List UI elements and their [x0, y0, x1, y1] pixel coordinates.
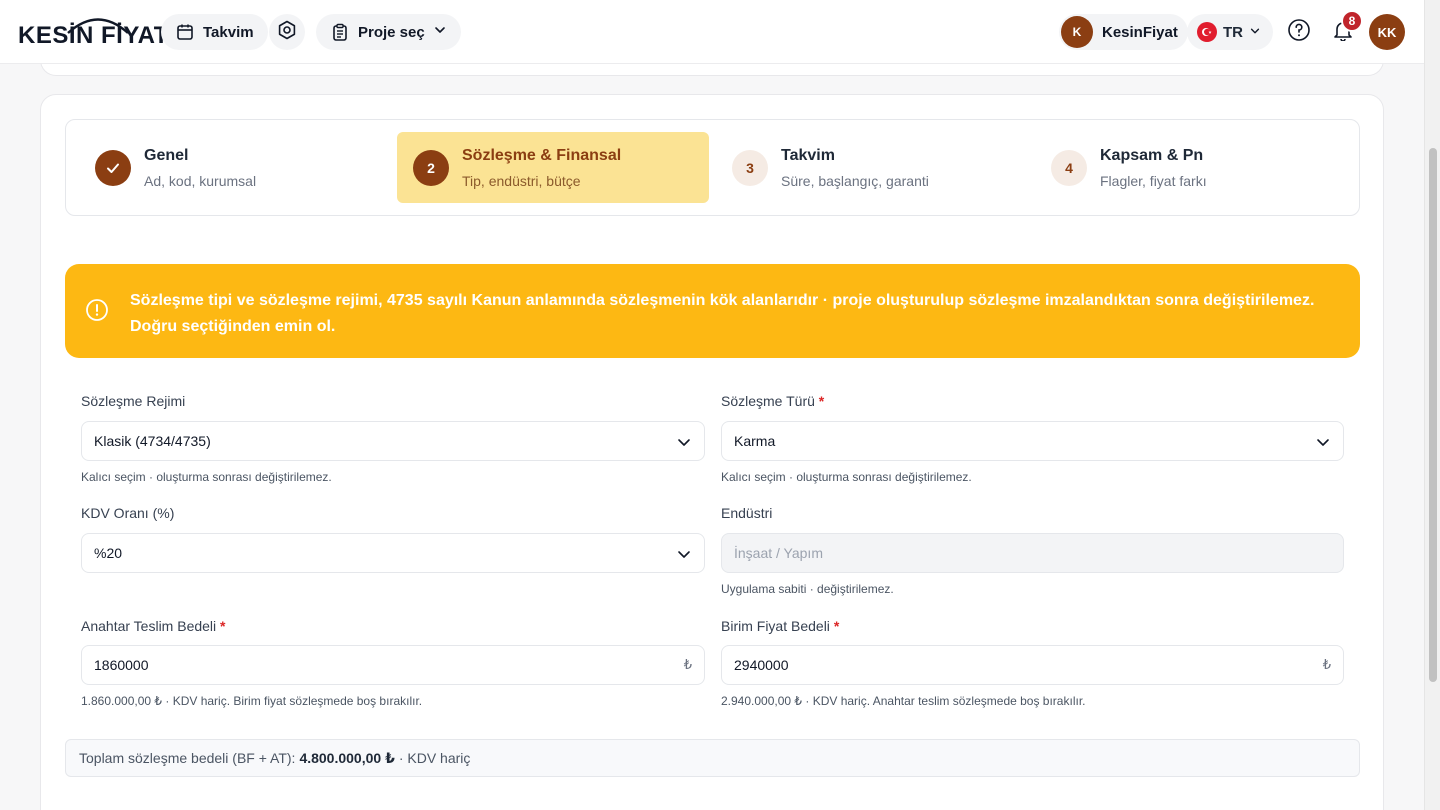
industry-hint: Uygulama sabiti · değiştirilemez. — [721, 582, 894, 596]
step-subtitle: Flagler, fiyat farkı — [1100, 172, 1207, 189]
step-general[interactable]: Genel Ad, kod, kurumsal — [79, 132, 391, 203]
page-scrollbar[interactable] — [1424, 0, 1440, 810]
unit-price-label-text: Birim Fiyat Bedeli — [721, 618, 830, 634]
step-subtitle: Tip, endüstri, bütçe — [462, 172, 581, 189]
industry-field: İnşaat / Yapım — [721, 533, 1344, 573]
settings-button[interactable] — [269, 14, 305, 50]
step-title: Sözleşme & Finansal — [462, 146, 622, 164]
turnkey-hint: 1.860.000,00 ₺ · KDV hariç. Birim fiyat … — [81, 694, 423, 708]
step-subtitle: Süre, başlangıç, garanti — [781, 172, 929, 189]
step-title: Kapsam & Pn — [1100, 146, 1204, 164]
chevron-down-icon — [433, 23, 447, 41]
step-title: Genel — [144, 146, 189, 164]
turnkey-amount-input[interactable]: 1860000 ₺ — [81, 645, 705, 685]
vat-label: KDV Oranı (%) — [81, 505, 174, 521]
user-menu[interactable]: K KesinFiyat — [1059, 14, 1188, 50]
settings-icon — [277, 20, 297, 45]
profile-avatar[interactable]: KK — [1369, 14, 1405, 50]
required-marker: * — [833, 618, 840, 634]
type-label-text: Sözleşme Türü — [721, 393, 815, 409]
language-code: TR — [1223, 23, 1243, 41]
warning-icon — [85, 298, 109, 322]
step-scope[interactable]: 4 Kapsam & Pn Flagler, fiyat farkı — [1035, 132, 1347, 203]
flag-tr-icon — [1197, 22, 1217, 42]
language-selector[interactable]: TR — [1187, 14, 1273, 50]
help-icon — [1287, 18, 1311, 47]
required-marker: * — [818, 393, 825, 409]
kesin-fiyat-logo[interactable]: KESİN FİYAT — [18, 12, 168, 52]
turnkey-value: 1860000 — [94, 657, 149, 673]
unit-price-hint: 2.940.000,00 ₺ · KDV hariç. Anahtar tesl… — [721, 694, 1086, 708]
chevron-down-icon — [676, 546, 692, 565]
calendar-button[interactable]: Takvim — [161, 14, 268, 50]
calendar-icon — [175, 22, 195, 42]
step-number: 2 — [413, 149, 449, 186]
check-icon — [95, 149, 131, 186]
lira-symbol: ₺ — [683, 657, 692, 672]
user-name: KesinFiyat — [1102, 23, 1178, 41]
step-subtitle: Ad, kod, kurumsal — [144, 172, 257, 189]
contract-total-summary: Toplam sözleşme bedeli (BF + AT): 4.800.… — [65, 739, 1360, 777]
regime-label-text: Sözleşme Rejimi — [81, 393, 186, 409]
industry-label: Endüstri — [721, 505, 772, 521]
scrollbar-thumb[interactable] — [1429, 148, 1437, 682]
total-suffix: · KDV hariç — [398, 750, 471, 766]
chevron-down-icon — [1249, 24, 1261, 41]
industry-placeholder: İnşaat / Yapım — [734, 545, 823, 561]
step-number: 4 — [1051, 149, 1087, 186]
industry-label-text: Endüstri — [721, 505, 773, 521]
calendar-button-label: Takvim — [203, 23, 254, 41]
vat-value: %20 — [94, 545, 123, 561]
lira-symbol: ₺ — [1322, 657, 1331, 672]
top-header: KESİN FİYAT Takvim Proje seç K KesinFiya… — [0, 0, 1424, 64]
turnkey-label: Anahtar Teslim Bedeli * — [81, 618, 226, 634]
unit-price-label: Birim Fiyat Bedeli * — [721, 618, 839, 634]
project-select-label: Proje seç — [358, 23, 425, 41]
total-label: Toplam sözleşme bedeli (BF + AT): — [79, 750, 296, 766]
logo-text: KESİN FİYAT — [18, 22, 169, 49]
step-contract-finance[interactable]: 2 Sözleşme & Finansal Tip, endüstri, büt… — [397, 132, 709, 203]
warning-text: Sözleşme tipi ve sözleşme rejimi, 4735 s… — [130, 292, 1315, 335]
help-button[interactable] — [1281, 14, 1317, 50]
vat-label-text: KDV Oranı (%) — [81, 505, 175, 521]
required-marker: * — [220, 618, 226, 634]
regime-hint: Kalıcı seçim · oluşturma sonrası değişti… — [81, 470, 332, 484]
type-hint: Kalıcı seçim · oluşturma sonrası değişti… — [721, 470, 972, 484]
chevron-down-icon — [1315, 434, 1331, 453]
turnkey-label-text: Anahtar Teslim Bedeli — [81, 618, 217, 634]
wizard-stepper: Genel Ad, kod, kurumsal 2 Sözleşme & Fin… — [65, 119, 1360, 216]
total-value: 4.800.000,00 ₺ — [299, 749, 395, 766]
type-value: Karma — [734, 433, 776, 449]
clipboard-icon — [330, 22, 350, 42]
warning-alert: Sözleşme tipi ve sözleşme rejimi, 4735 s… — [65, 264, 1360, 358]
type-label: Sözleşme Türü * — [721, 393, 824, 409]
step-schedule[interactable]: 3 Takvim Süre, başlangıç, garanti — [716, 132, 1028, 203]
regime-select[interactable]: Klasik (4734/4735) — [81, 421, 705, 461]
step-title: Takvim — [781, 146, 835, 164]
regime-value: Klasik (4734/4735) — [94, 433, 211, 449]
vat-select[interactable]: %20 — [81, 533, 705, 573]
type-select[interactable]: Karma — [721, 421, 1344, 461]
chevron-down-icon — [676, 434, 692, 453]
unit-price-amount-input[interactable]: 2940000 ₺ — [721, 645, 1344, 685]
notification-count-badge: 8 — [1341, 10, 1363, 32]
project-select-dropdown[interactable]: Proje seç — [316, 14, 461, 50]
regime-label: Sözleşme Rejimi — [81, 393, 185, 409]
unit-price-value: 2940000 — [734, 657, 789, 673]
user-avatar: K — [1061, 16, 1093, 48]
step-number: 3 — [732, 149, 768, 186]
